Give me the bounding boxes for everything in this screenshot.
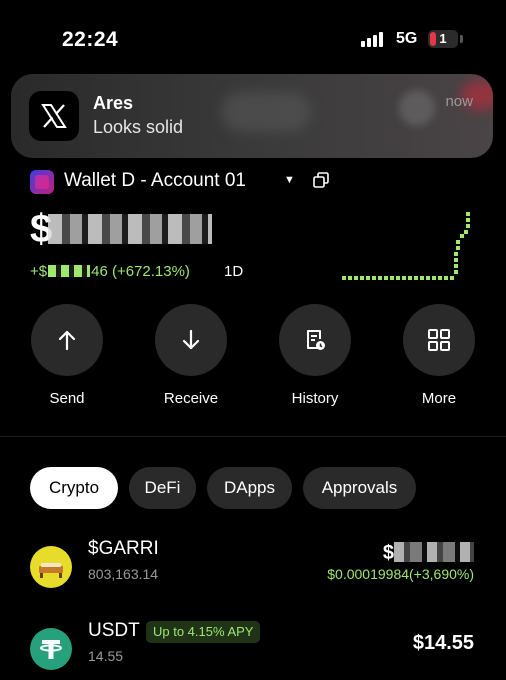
balance-change: +$ 46 (+672.13%) <box>30 263 190 280</box>
copy-icon[interactable] <box>313 172 329 188</box>
signal-icon <box>361 31 387 47</box>
status-bar: 22:24 5G 1 <box>0 0 506 70</box>
token-change: $0.00019984(+3,690%) <box>327 566 474 582</box>
receive-button[interactable]: Receive <box>153 304 229 407</box>
token-amount: 14.55 <box>88 648 124 664</box>
token-value: $ <box>382 542 394 564</box>
network-type: 5G <box>396 30 418 47</box>
garri-token-icon <box>30 546 72 588</box>
battery-tip <box>460 35 463 43</box>
battery-level: 1 <box>439 31 447 46</box>
apy-badge[interactable]: Up to 4.15% APY <box>146 621 261 643</box>
arrow-up-icon <box>58 330 76 351</box>
period-label[interactable]: 1D <box>224 263 243 280</box>
tab-approvals[interactable]: Approvals <box>303 467 416 509</box>
more-button[interactable]: More <box>401 304 477 407</box>
history-icon <box>307 330 325 350</box>
token-value: $14.55 <box>412 632 474 654</box>
tab-dapps[interactable]: DApps <box>207 467 292 509</box>
notification-banner[interactable]: Ares Looks solid now <box>11 74 493 158</box>
wallet-avatar <box>30 170 54 194</box>
tab-defi[interactable]: DeFi <box>129 467 196 509</box>
token-amount: 803,163.14 <box>88 566 159 582</box>
token-symbol: USDT <box>88 620 140 641</box>
send-label: Send <box>49 390 85 407</box>
token-row-garri[interactable]: $GARRI 803,163.14 $ $0.00019984(+3,690%) <box>0 538 506 598</box>
history-label: History <box>291 390 339 407</box>
chevron-down-icon[interactable]: ▼ <box>284 174 295 186</box>
balance-sparkline <box>342 212 470 280</box>
history-button[interactable]: History <box>277 304 353 407</box>
clock: 22:24 <box>62 28 119 51</box>
notification-time: now <box>445 93 473 110</box>
balance-redaction <box>48 214 212 244</box>
divider <box>0 436 506 437</box>
value-redaction <box>394 542 474 562</box>
more-label: More <box>421 390 457 407</box>
send-button[interactable]: Send <box>29 304 105 407</box>
tab-crypto[interactable]: Crypto <box>30 467 118 509</box>
notification-title: Ares <box>93 93 134 113</box>
battery-icon: 1 <box>428 30 458 48</box>
grid-icon <box>428 329 450 351</box>
x-app-icon <box>29 91 79 141</box>
token-symbol: $GARRI <box>88 538 159 559</box>
usdt-token-icon <box>30 628 72 670</box>
token-row-usdt[interactable]: USDT Up to 4.15% APY 14.55 $14.55 <box>0 620 506 680</box>
arrow-down-icon <box>182 329 200 350</box>
wallet-name: Wallet D - Account 01 <box>64 170 246 191</box>
notification-body: Looks solid <box>93 117 184 137</box>
receive-label: Receive <box>163 390 219 407</box>
